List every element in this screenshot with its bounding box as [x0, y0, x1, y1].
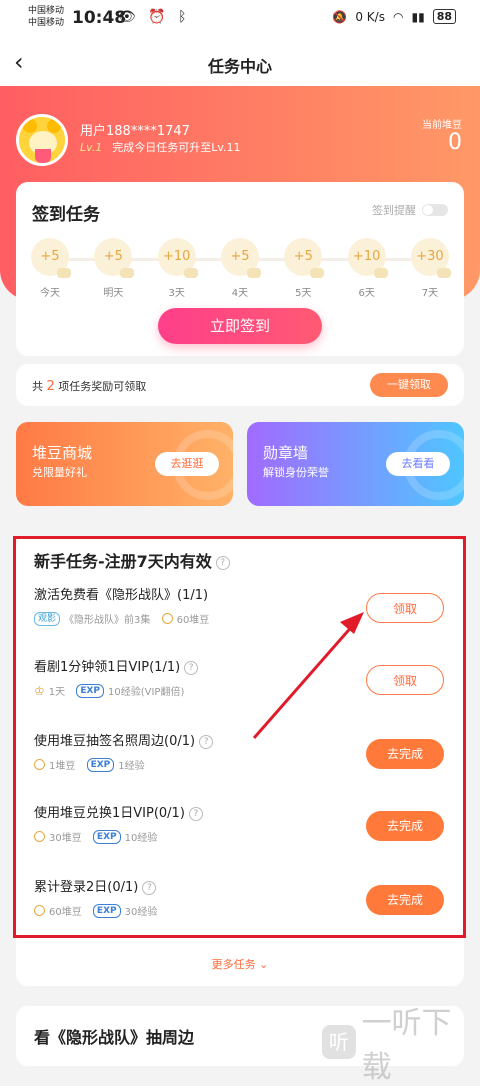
exp-tag: EXP	[92, 903, 121, 918]
go-complete-button[interactable]: 去完成	[366, 885, 444, 915]
help-icon[interactable]: ?	[142, 880, 157, 895]
sign-in-title: 签到任务	[32, 205, 100, 225]
watch-tag: 观影	[34, 611, 61, 626]
exp-tag: EXP	[92, 829, 121, 844]
avatar[interactable]	[16, 114, 68, 166]
view-button[interactable]: 去看看	[386, 452, 450, 476]
balance-label: 当前堆豆	[422, 120, 462, 131]
mute-icon: 🔕	[332, 9, 348, 24]
tasks-title: 新手任务-注册7天内有效?	[34, 548, 230, 572]
help-icon[interactable]: ?	[215, 555, 230, 570]
task-item: 使用堆豆抽签名照周边(0/1)? 1堆豆 EXP 1经验 去完成	[34, 730, 454, 790]
nav-bar: ‹ 任务中心	[0, 40, 480, 86]
help-icon[interactable]: ?	[199, 734, 214, 749]
coin-icon: +5	[284, 238, 325, 278]
coin-icon: +5	[220, 238, 261, 278]
coin-icon: +5	[94, 238, 135, 278]
status-icons: 👁 ⏰ ᛒ	[118, 9, 191, 25]
status-bar: 中国移动 中国移动 10:48 👁 ⏰ ᛒ 🔕 0 K/s ◠ ▮▮ 88	[0, 0, 480, 40]
task-item: 激活免费看《隐形战队》(1/1) 观影 《隐形战队》前3集 60堆豆 领取	[34, 584, 454, 644]
claim-summary: 共 2 项任务奖励可领取	[32, 379, 147, 394]
page-title: 任务中心	[207, 57, 272, 76]
watermark: 听 一听下载	[322, 998, 480, 1086]
sign-day: +5 4天	[220, 238, 261, 299]
help-icon[interactable]: ?	[184, 660, 199, 675]
badge-wall-banner[interactable]: 勋章墙 解锁身份荣誉 去看看	[247, 422, 464, 506]
claim-all-card: 共 2 项任务奖励可领取 一键领取	[16, 364, 464, 406]
sign-days: +5 今天 +5 明天 +10 3天 +5 4天 +5 5天 +10 6天 +30 7天	[30, 238, 451, 299]
help-icon[interactable]: ?	[188, 806, 203, 821]
bean-icon	[34, 905, 45, 916]
bean-icon	[34, 831, 45, 842]
sign-day: +5 明天	[93, 238, 135, 299]
task-item: 看剧1分钟领1日VIP(1/1)? ♔ 1天 EXP 10经验(VIP翻倍) 领取	[34, 656, 454, 716]
sign-day: +10 6天	[347, 238, 388, 299]
coin-icon: +10	[347, 238, 388, 278]
section-title: 看《隐形战队》抽周边	[34, 1028, 195, 1047]
more-tasks-link[interactable]: 更多任务 ⌄	[16, 956, 464, 972]
sign-day: +5 5天	[283, 238, 325, 299]
battery-indicator: 88	[432, 9, 456, 24]
vip-crown-icon: ♔	[34, 683, 45, 698]
go-complete-button[interactable]: 去完成	[366, 739, 444, 769]
carrier-label: 中国移动 中国移动	[28, 6, 65, 28]
claim-all-button[interactable]: 一键领取	[370, 373, 448, 397]
signal-icon: ▮▮	[411, 9, 425, 24]
reminder-toggle[interactable]	[422, 204, 448, 216]
level-badge: Lv.1	[80, 141, 103, 154]
sign-day: +10 3天	[157, 238, 198, 299]
go-complete-button[interactable]: 去完成	[366, 811, 444, 841]
watermark-logo-icon: 听	[322, 1025, 356, 1059]
bean-icon	[34, 759, 45, 770]
sign-reminder[interactable]: 签到提醒	[372, 202, 448, 218]
task-item: 累计登录2日(0/1)? 60堆豆 EXP 30经验 去完成	[34, 876, 454, 936]
task-item: 使用堆豆兑换1日VIP(0/1)? 30堆豆 EXP 10经验 去完成	[34, 802, 454, 862]
claim-button[interactable]: 领取	[366, 665, 444, 695]
newbie-tasks-card: 新手任务-注册7天内有效? 激活免费看《隐形战队》(1/1) 观影 《隐形战队》前…	[16, 536, 464, 986]
wifi-icon: ◠	[392, 9, 404, 24]
claim-button[interactable]: 领取	[366, 593, 444, 623]
bean-icon	[161, 613, 173, 624]
chevron-down-icon: ⌄	[259, 958, 269, 971]
coin-icon: +5	[31, 238, 71, 278]
sign-day: +5 今天	[30, 238, 71, 299]
bean-mall-banner[interactable]: 堆豆商城 兑限量好礼 去逛逛	[16, 422, 233, 506]
level-row: Lv.1 完成今日任务可升至Lv.11	[80, 139, 241, 155]
net-speed: 0 K/s	[355, 9, 385, 24]
browse-button[interactable]: 去逛逛	[155, 452, 219, 476]
coin-icon: +30	[410, 238, 451, 278]
exp-tag: EXP	[76, 683, 105, 698]
exp-tag: EXP	[86, 757, 115, 772]
coin-icon: +10	[157, 238, 198, 278]
sign-in-button[interactable]: 立即签到	[158, 308, 322, 344]
username: 用户188****1747	[80, 124, 190, 139]
sign-day: +30 7天	[410, 238, 451, 299]
balance-value: 0	[448, 130, 462, 155]
upgrade-hint: 完成今日任务可升至Lv.11	[112, 141, 241, 154]
